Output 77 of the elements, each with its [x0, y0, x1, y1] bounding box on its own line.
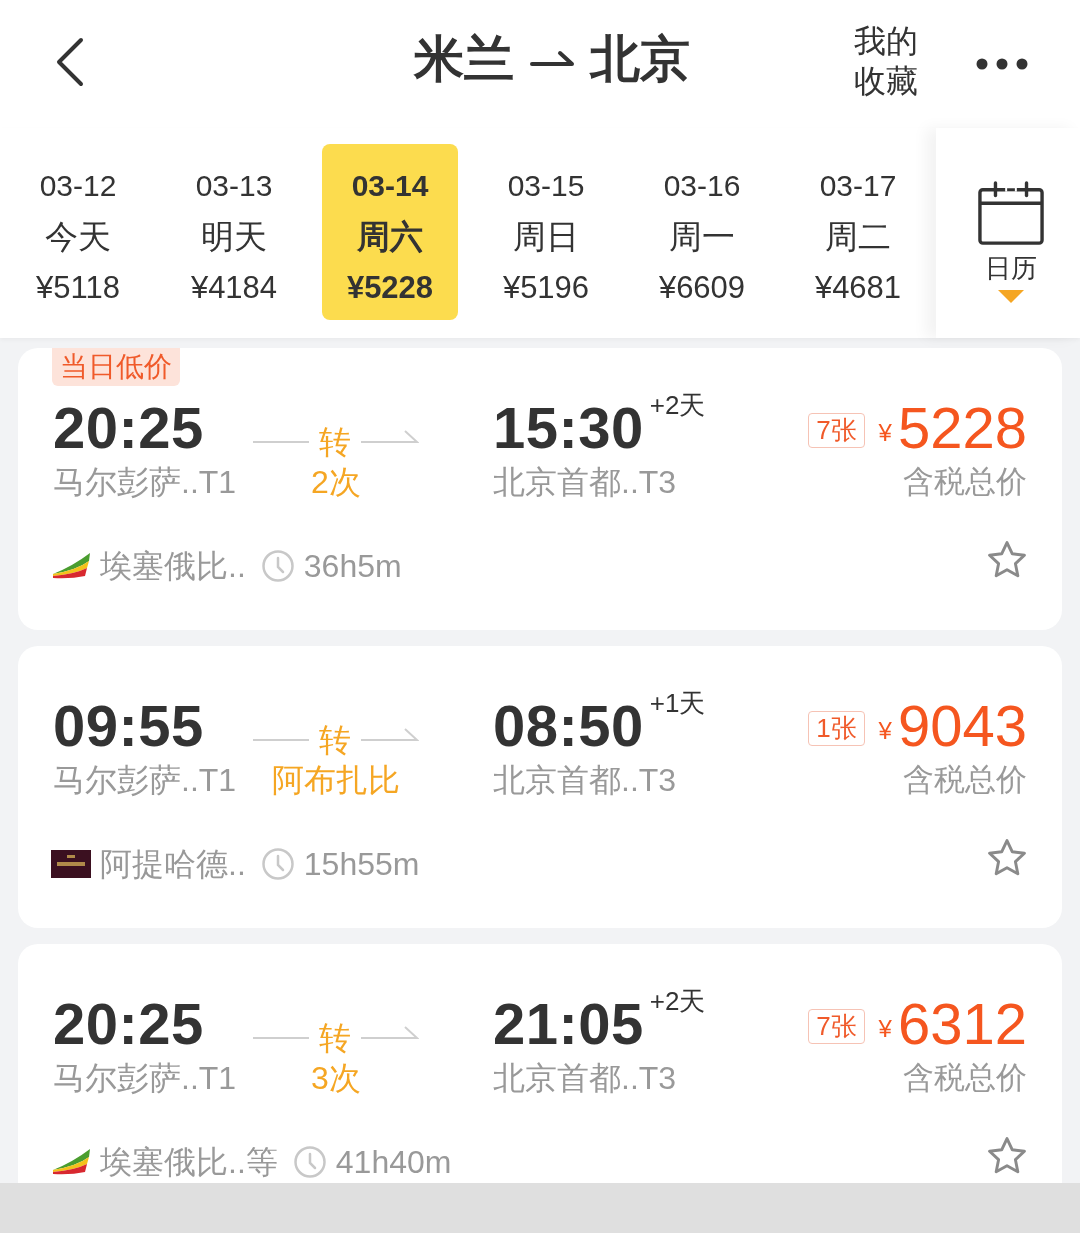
day-offset: +1天: [649, 690, 706, 716]
flight-duration: 41h40m: [335, 1143, 452, 1182]
low-price-badge: 当日低价: [52, 348, 180, 386]
airline-name: 阿提哈德..: [100, 845, 246, 884]
weekday-text: 明天: [201, 217, 267, 257]
date-tab[interactable]: 03-12 今天 ¥5118: [10, 144, 146, 320]
date-price: ¥5118: [36, 269, 120, 307]
date-text: 03-15: [507, 168, 585, 204]
date-tab[interactable]: 03-16 周一 ¥6609: [634, 144, 770, 320]
arrival-airport: 北京首都..T3: [493, 1059, 677, 1098]
airline-logo-icon: [51, 850, 91, 878]
transfer-label: 转: [319, 1019, 351, 1058]
date-text: 03-13: [195, 168, 273, 204]
date-price: ¥5196: [502, 269, 590, 307]
weekday-text: 周一: [669, 217, 735, 257]
departure-airport: 马尔彭萨..T1: [53, 761, 238, 800]
clock-icon: [293, 1146, 326, 1178]
clock-icon: [261, 550, 294, 582]
arrival-airport: 北京首都..T3: [493, 761, 677, 800]
currency-symbol: ¥: [878, 716, 892, 746]
calendar-label[interactable]: 日历: [985, 252, 1037, 284]
airline-name: 埃塞俄比..等: [100, 1143, 278, 1182]
price: 9043: [897, 696, 1027, 756]
date-text: 03-17: [819, 168, 897, 204]
date-text: 03-16: [663, 168, 741, 204]
flight-duration: 15h55m: [303, 845, 420, 884]
date-text: 03-12: [39, 168, 117, 204]
weekday-text: 周六: [357, 217, 423, 257]
transfer-label: 转: [319, 721, 351, 760]
origin-city: 米兰: [413, 30, 514, 89]
date-price: ¥6609: [658, 269, 746, 307]
favorites-link[interactable]: 我的收藏: [854, 21, 924, 101]
currency-symbol: ¥: [878, 418, 892, 448]
price: 6312: [897, 994, 1027, 1054]
caret-icon: [998, 290, 1024, 303]
tickets-left-tag: 7张: [808, 1008, 865, 1044]
arrival-time: 21:05: [493, 994, 644, 1054]
more-icon[interactable]: [976, 58, 1028, 70]
date-price: ¥4184: [190, 269, 278, 307]
weekday-text: 今天: [45, 217, 111, 257]
date-tab[interactable]: 03-14 周六 ¥5228: [322, 144, 458, 320]
departure-time: 09:55: [53, 696, 205, 756]
arrival-time: 15:30: [493, 398, 644, 458]
clock-icon: [261, 848, 294, 880]
destination-city: 北京: [589, 30, 690, 89]
calendar-icon[interactable]: [977, 180, 1045, 246]
arrival-time: 08:50: [493, 696, 644, 756]
price-note: 含税总价: [903, 761, 1027, 799]
arrival-airport: 北京首都..T3: [493, 463, 677, 502]
day-offset: +2天: [649, 988, 706, 1014]
tickets-left-tag: 1张: [808, 710, 865, 746]
date-price: ¥5228: [346, 269, 434, 307]
transfer-detail: 阿布扎比: [272, 761, 400, 800]
transfer-detail: 3次: [311, 1059, 361, 1098]
price-note: 含税总价: [903, 463, 1027, 501]
tickets-left-tag: 7张: [808, 412, 865, 448]
weekday-text: 周日: [513, 217, 579, 257]
departure-time: 20:25: [53, 398, 205, 458]
departure-airport: 马尔彭萨..T1: [53, 1059, 238, 1098]
departure-airport: 马尔彭萨..T1: [53, 463, 238, 502]
airline-name: 埃塞俄比..: [100, 547, 246, 586]
date-tab[interactable]: 03-13 明天 ¥4184: [166, 144, 302, 320]
day-offset: +2天: [649, 392, 706, 418]
transfer-label: 转: [319, 423, 351, 462]
airline-logo-icon: [51, 552, 91, 580]
date-tab[interactable]: 03-17 周二 ¥4681: [790, 144, 926, 320]
airline-logo-icon: [51, 1148, 91, 1176]
date-price: ¥4681: [814, 269, 902, 307]
date-tab[interactable]: 03-15 周日 ¥5196: [478, 144, 614, 320]
currency-symbol: ¥: [878, 1014, 892, 1044]
departure-time: 20:25: [53, 994, 205, 1054]
flight-duration: 36h5m: [303, 547, 402, 586]
date-text: 03-14: [351, 168, 429, 204]
transfer-detail: 2次: [311, 463, 361, 502]
price-note: 含税总价: [903, 1059, 1027, 1097]
price: 5228: [897, 398, 1027, 458]
weekday-text: 周二: [825, 217, 891, 257]
